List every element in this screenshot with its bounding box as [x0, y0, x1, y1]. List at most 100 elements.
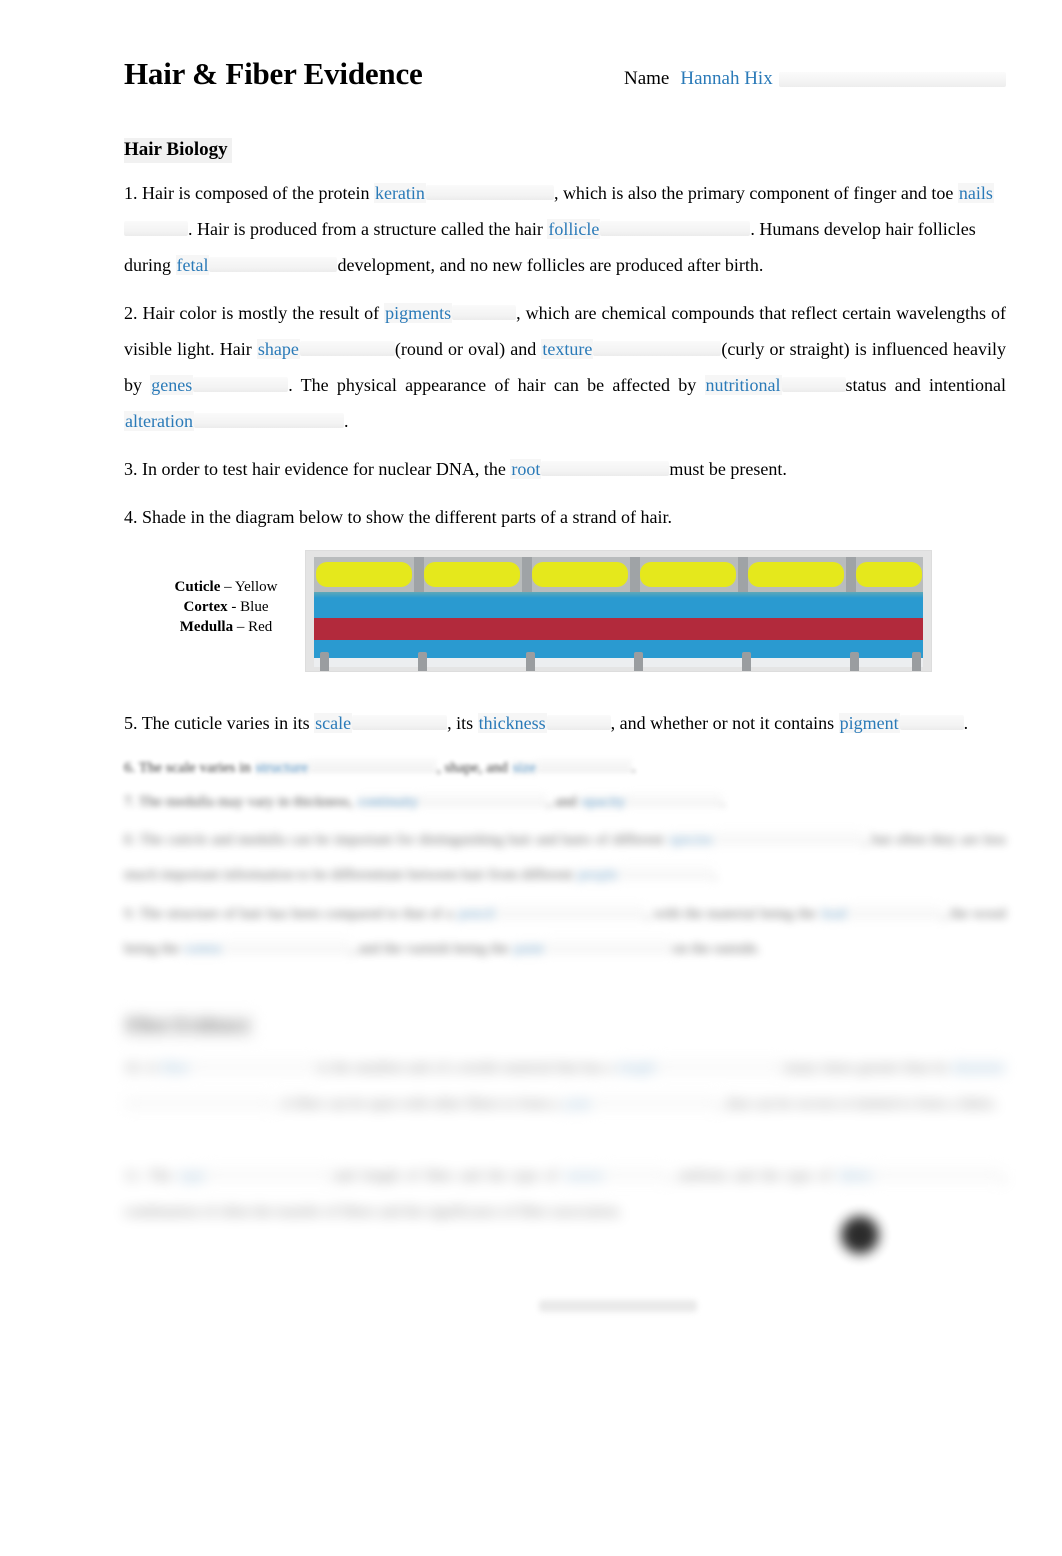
legend-part-cortex: Cortex — [183, 599, 228, 615]
q2-blank-6[interactable] — [193, 413, 344, 428]
question-7: 7. The medulla may vary in thickness, co… — [124, 787, 1006, 817]
q9-answer-1[interactable]: pencil — [457, 906, 496, 922]
q1-answer-2[interactable]: nails — [957, 183, 994, 203]
q10-answer-3[interactable]: diameter — [951, 1060, 1006, 1076]
cuticle-scale — [640, 562, 736, 587]
name-label: Name — [624, 68, 670, 89]
q11-answer-1[interactable]: type — [178, 1168, 206, 1184]
legend-item-cortex: Cortex - Blue — [146, 597, 306, 617]
question-11: 11. The type and length of fiber and the … — [124, 1158, 1006, 1230]
name-value[interactable]: Hannah Hix — [680, 68, 772, 90]
q3-number: 3. — [124, 459, 138, 479]
cuticle-scale-gap — [846, 557, 856, 593]
q5-answer-2[interactable]: thickness — [477, 713, 547, 733]
q6-blank-2[interactable] — [536, 758, 632, 773]
question-9-blurred-zone: 9. The structure of hair has been compar… — [124, 897, 1006, 967]
q10-blank-1[interactable] — [190, 1058, 319, 1073]
q1-answer-3[interactable]: follicle — [547, 219, 601, 239]
cortex-upper-shade — [314, 592, 923, 598]
base-tick — [418, 652, 427, 671]
q10-answer-4[interactable]: yarn — [562, 1096, 592, 1112]
legend-dash-cuticle: – — [224, 579, 232, 595]
q8-blank-1[interactable] — [713, 830, 864, 845]
q9-blank-1[interactable] — [495, 904, 646, 919]
legend-color-medulla: Red — [248, 619, 273, 635]
q2-answer-6[interactable]: alteration — [124, 411, 194, 431]
q3-blank-1[interactable] — [541, 461, 670, 476]
q2-blank-5[interactable] — [781, 377, 846, 392]
q9-text-1: The structure of hair has been compared … — [139, 906, 454, 922]
q9-answer-2[interactable]: lead — [820, 906, 848, 922]
q10-blank-4[interactable] — [591, 1094, 720, 1109]
cuticle-scale-gap — [738, 557, 748, 593]
q1-blank-2[interactable] — [124, 221, 188, 236]
q3-answer-1[interactable]: root — [510, 459, 542, 479]
q6-blank-1[interactable] — [309, 758, 437, 773]
q2-blank-2[interactable] — [299, 341, 395, 356]
q6-answer-2[interactable]: size — [511, 760, 537, 776]
q9-blank-3[interactable] — [222, 939, 351, 954]
q2-answer-2[interactable]: shape — [256, 339, 300, 359]
q9-blank-2[interactable] — [847, 904, 943, 919]
legend-part-cuticle: Cuticle — [174, 579, 221, 595]
cuticle-layer — [314, 557, 923, 593]
q7-answer-1[interactable]: continuity — [356, 794, 420, 810]
q1-blank-4[interactable] — [209, 257, 338, 272]
question-7-blurred-zone: 7. The medulla may vary in thickness, co… — [124, 787, 1006, 817]
q11-blank-1[interactable] — [206, 1166, 334, 1181]
q8-answer-2[interactable]: people — [576, 867, 619, 883]
q1-answer-1[interactable]: keratin — [373, 183, 426, 203]
q9-blank-4[interactable] — [544, 939, 673, 954]
hair-base-strip — [314, 658, 923, 667]
q2-answer-1[interactable]: pigments — [384, 303, 453, 323]
hair-anatomy-diagram — [305, 550, 932, 672]
q10-text-3: many times greater than its — [784, 1060, 948, 1076]
q9-answer-4[interactable]: paint — [512, 941, 545, 957]
question-2: 2. Hair color is mostly the result of pi… — [124, 295, 1006, 439]
q11-number: 11. — [124, 1168, 143, 1184]
name-field-group: Name Hannah Hix — [624, 68, 1006, 90]
cuticle-scale-gap — [414, 557, 424, 593]
q1-answer-4[interactable]: fetal — [175, 255, 210, 275]
question-9: 9. The structure of hair has been compar… — [124, 897, 1006, 967]
q5-text-2: , its — [447, 713, 474, 733]
cuticle-scale-gap — [522, 557, 532, 593]
q1-blank-1[interactable] — [425, 185, 554, 200]
q5-text-3: , and whether or not it contains — [610, 713, 835, 733]
q5-blank-3[interactable] — [899, 715, 964, 730]
q10-blank-3[interactable] — [124, 1094, 274, 1109]
q9-answer-3[interactable]: cortex — [183, 941, 223, 957]
q11-answer-2[interactable]: weave — [563, 1168, 605, 1184]
q5-answer-1[interactable]: scale — [314, 713, 353, 733]
q6-answer-1[interactable]: structure — [254, 760, 309, 776]
q2-blank-1[interactable] — [452, 305, 517, 320]
q6-number: 6. — [124, 760, 136, 776]
q8-blank-2[interactable] — [618, 865, 714, 880]
q10-answer-2[interactable]: length — [616, 1060, 657, 1076]
q7-answer-2[interactable]: opacity — [580, 794, 627, 810]
q7-blank-1[interactable] — [419, 792, 548, 807]
q11-blank-2[interactable] — [604, 1166, 669, 1181]
q7-number: 7. — [124, 794, 136, 810]
q10-blank-2[interactable] — [656, 1058, 785, 1073]
q2-answer-4[interactable]: genes — [150, 375, 194, 395]
q11-answer-3[interactable]: fabric — [837, 1168, 875, 1184]
medulla-layer — [314, 618, 923, 640]
q2-text-5: . The physical appearance of hair can be… — [288, 375, 697, 395]
q8-answer-1[interactable]: species — [668, 832, 714, 848]
q1-blank-3[interactable] — [600, 221, 751, 236]
q5-answer-3[interactable]: pigment — [838, 713, 900, 733]
section-fiber-evidence-blurred-zone: Fiber Evidence 10. A fiber is the smalles… — [124, 979, 1006, 1230]
q2-answer-5[interactable]: nutritional — [704, 375, 782, 395]
q10-text-5: , that can be woven or knitted to form a… — [719, 1096, 999, 1112]
cuticle-scale-gap — [630, 557, 640, 593]
q2-blank-3[interactable] — [593, 341, 722, 356]
q5-blank-2[interactable] — [546, 715, 611, 730]
q2-blank-4[interactable] — [193, 377, 289, 392]
q2-answer-3[interactable]: texture — [541, 339, 594, 359]
q10-answer-1[interactable]: fiber — [159, 1060, 191, 1076]
q7-blank-2[interactable] — [626, 792, 722, 807]
q7-text-2: , and — [547, 794, 577, 810]
q11-blank-3[interactable] — [874, 1166, 1003, 1181]
q5-blank-1[interactable] — [352, 715, 448, 730]
